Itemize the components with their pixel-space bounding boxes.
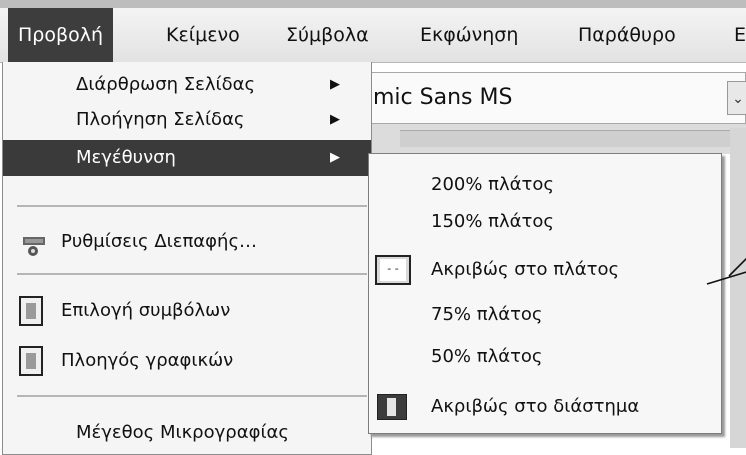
menubar-item-text[interactable]: Κείμενο [166,8,240,62]
callout-pointer [706,257,746,285]
menu-item-thumbnail-size[interactable]: Μέγεθος Μικρογραφίας [3,414,371,452]
menu-item-page-navigation[interactable]: Πλοήγηση Σελίδας ▶ [3,104,371,136]
menu-item-page-layout[interactable]: Διάρθρωση Σελίδας ▶ [3,70,371,100]
font-name-value: mic Sans MS [373,85,513,110]
menu-item-label: Πλοήγηση Σελίδας [76,109,245,130]
menu-item-label: Μεγέθυνση [76,147,176,168]
window-top-edge [0,0,746,8]
submenu-item-150-width[interactable]: 150% πλάτος [431,211,554,232]
menu-separator [17,273,367,275]
menubar-item-symbols[interactable]: Σύμβολα [286,8,369,62]
menu-item-zoom[interactable]: Μεγέθυνση ▶ [3,140,371,176]
submenu-item-50-width[interactable]: 50% πλάτος [431,346,543,367]
view-menu: Διάρθρωση Σελίδας ▶ Πλοήγηση Σελίδας ▶ Μ… [2,62,372,455]
submenu-item-fit-spacing[interactable]: Ακριβώς στο διάστημα [431,396,639,417]
menu-item-symbol-selection[interactable]: Επιλογή συμβόλων [3,292,371,330]
menubar-item-next[interactable]: Ε [734,8,746,62]
menubar-item-view[interactable]: Προβολή [8,8,114,62]
menu-item-label: Επιλογή συμβόλων [61,300,231,321]
toolbar-strip-inner [400,130,746,147]
submenu-arrow-icon: ▶ [330,77,340,92]
menubar-item-window[interactable]: Παράθυρο [578,8,676,62]
menu-item-label: Διάρθρωση Σελίδας [76,74,256,95]
zoom-submenu: 200% πλάτος 150% πλάτος Ακριβώς στο πλάτ… [368,153,722,434]
fit-spacing-icon [377,394,407,420]
menu-item-graphics-navigator[interactable]: Πλοηγός γραφικών [3,342,371,380]
menu-item-label: Μέγεθος Μικρογραφίας [76,422,289,443]
graphics-panel-icon [19,346,43,376]
submenu-item-75-width[interactable]: 75% πλάτος [431,304,543,325]
menu-separator [17,205,367,207]
menubar-item-narration[interactable]: Εκφώνηση [420,8,518,62]
menu-item-interface-settings[interactable]: Ρυθμίσεις Διεπαφής… [3,222,371,262]
submenu-item-200-width[interactable]: 200% πλάτος [431,174,554,195]
submenu-item-fit-width[interactable]: Ακριβώς στο πλάτος [431,259,619,280]
fit-width-icon [375,255,411,285]
font-dropdown-button[interactable]: ⌄ [727,81,746,115]
menu-item-label: Πλοηγός γραφικών [61,350,234,371]
symbol-panel-icon [19,296,43,326]
menu-item-label: Ρυθμίσεις Διεπαφής… [61,231,258,252]
document-edge [730,128,746,448]
submenu-arrow-icon: ▶ [330,150,340,165]
submenu-arrow-icon: ▶ [330,112,340,127]
settings-icon [21,232,49,272]
menu-separator [17,395,367,397]
font-name-field[interactable]: mic Sans MS ⌄ [360,72,746,124]
menu-bar: Προβολή Κείμενο Σύμβολα Εκφώνηση Παράθυρ… [0,8,746,63]
